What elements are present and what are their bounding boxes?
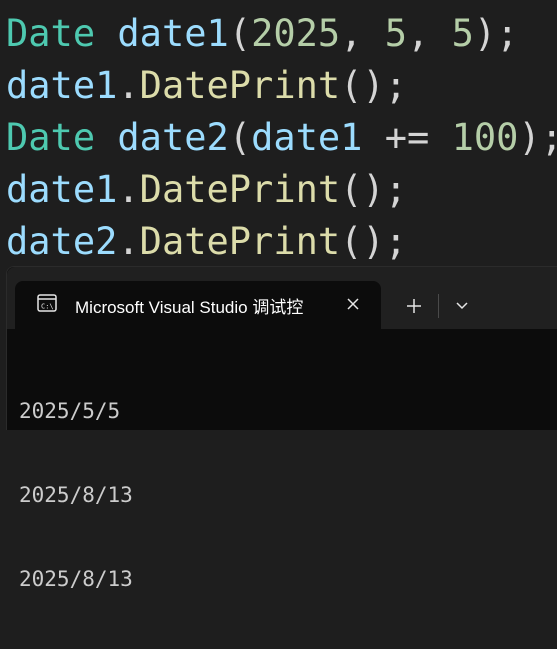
code-token-punc: . (117, 220, 140, 263)
terminal-tab-bar: C:\ Microsoft Visual Studio 调试控 (7, 267, 557, 329)
code-token-type: Date (6, 116, 96, 159)
code-token-punc: ); (473, 12, 519, 55)
code-token-punc (95, 116, 117, 159)
code-line: Date date2(date1 += 100); (0, 112, 557, 164)
code-token-punc: (); (340, 64, 407, 107)
console-icon: C:\ (37, 294, 57, 312)
code-token-num: 5 (384, 12, 408, 55)
code-token-punc: ( (228, 12, 252, 55)
code-token-punc: . (117, 168, 140, 211)
close-icon[interactable] (339, 290, 367, 318)
code-token-punc (95, 12, 117, 55)
tab-title: Microsoft Visual Studio 调试控 (75, 298, 304, 317)
terminal-window: C:\ Microsoft Visual Studio 调试控 2025/5/5… (6, 266, 557, 591)
code-token-var: date1 (6, 168, 118, 211)
code-editor[interactable]: Date date1(2025, 5, 5); date1.DatePrint()… (0, 0, 557, 268)
code-token-var: date1 (251, 116, 363, 159)
code-token-punc: , (340, 12, 385, 55)
code-token-type: Date (6, 12, 96, 55)
code-token-punc: (); (340, 168, 407, 211)
code-token-punc: ( (228, 116, 252, 159)
code-token-var: date2 (6, 220, 118, 263)
plus-icon[interactable] (397, 289, 431, 323)
output-line: 2025/8/13 (19, 483, 133, 507)
code-token-punc: , (407, 12, 452, 55)
svg-text:C:\: C:\ (41, 303, 54, 311)
code-line: date2.DatePrint(); (0, 216, 557, 268)
code-token-var: date2 (117, 116, 229, 159)
code-token-num: 100 (451, 116, 519, 159)
code-token-punc: . (117, 64, 140, 107)
code-token-var: date1 (6, 64, 118, 107)
code-token-op: += (362, 116, 452, 159)
output-line: 2025/5/5 (19, 399, 121, 423)
code-token-var: date1 (117, 12, 229, 55)
code-line: date1.DatePrint(); (0, 60, 557, 112)
chevron-down-icon[interactable] (445, 289, 479, 323)
terminal-tab[interactable]: C:\ Microsoft Visual Studio 调试控 (15, 281, 381, 329)
terminal-output[interactable]: 2025/5/5 2025/8/13 2025/8/13 (19, 341, 133, 649)
tab-divider (438, 294, 439, 318)
output-line: 2025/8/13 (19, 567, 133, 591)
code-token-func: DatePrint (139, 64, 341, 107)
code-token-punc: ); (518, 116, 557, 159)
code-token-num: 5 (451, 12, 474, 55)
code-token-num: 2025 (251, 12, 341, 55)
code-token-func: DatePrint (139, 168, 341, 211)
code-line: Date date1(2025, 5, 5); (0, 8, 557, 60)
code-token-func: DatePrint (139, 220, 341, 263)
code-token-punc: (); (340, 220, 407, 263)
code-line: date1.DatePrint(); (0, 164, 557, 216)
